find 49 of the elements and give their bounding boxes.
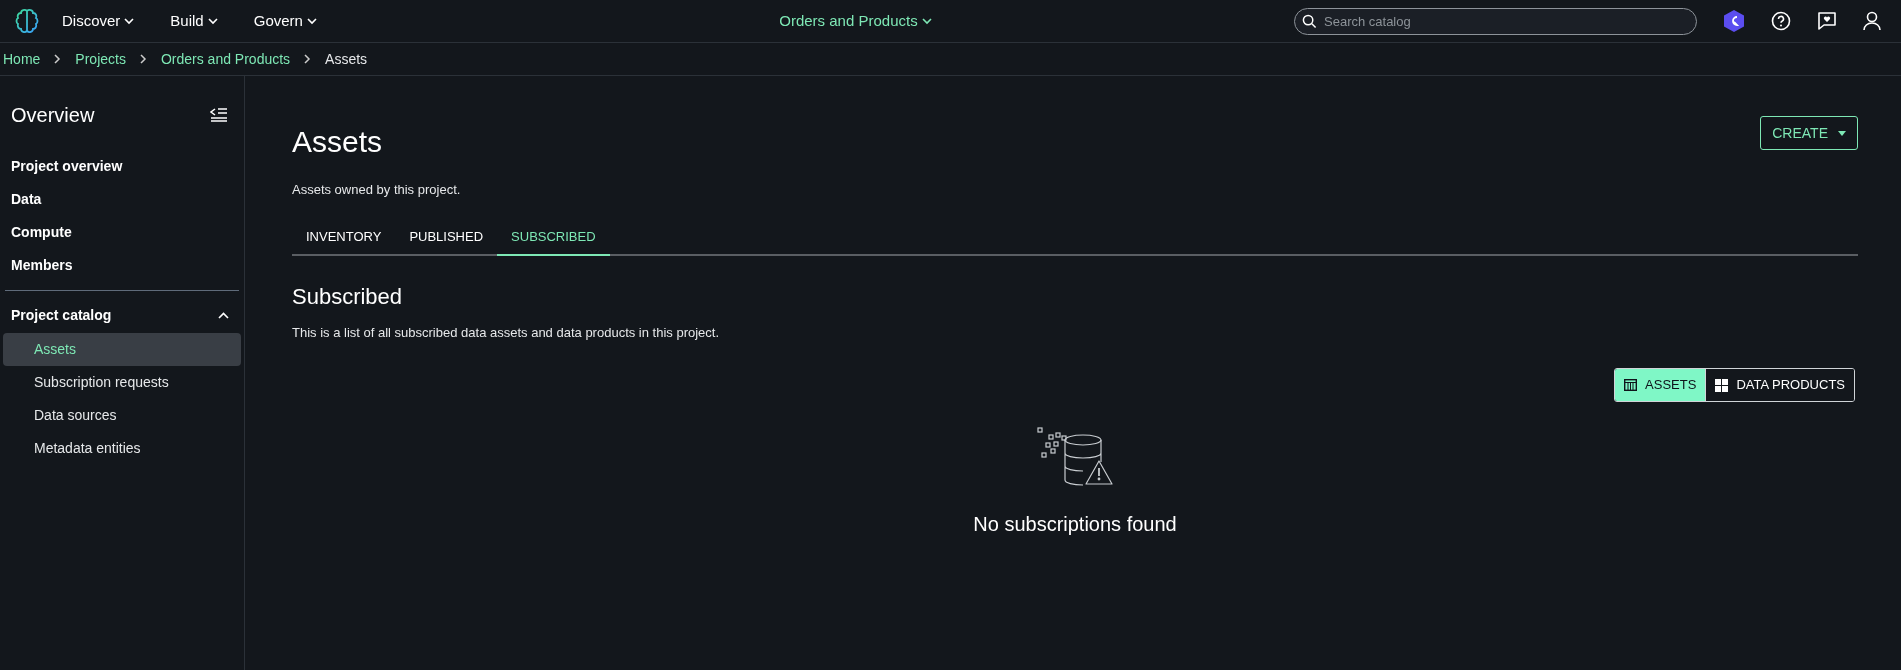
sidebar-item[interactable]: Data bbox=[3, 183, 241, 216]
sidebar-item[interactable]: Compute bbox=[3, 216, 241, 249]
sidebar-item[interactable]: Assets bbox=[3, 333, 241, 366]
search-field[interactable]: Search catalog bbox=[1294, 7, 1697, 35]
nav-menu[interactable]: Discover bbox=[62, 9, 135, 33]
tab[interactable]: PUBLISHED bbox=[395, 219, 498, 256]
chevron-down-icon bbox=[921, 17, 932, 25]
sidebar-item[interactable]: Data sources bbox=[3, 399, 241, 432]
chevron-down-icon bbox=[124, 17, 135, 25]
hexagon-app-icon[interactable] bbox=[1723, 9, 1745, 33]
empty-state-message: No subscriptions found bbox=[973, 512, 1177, 537]
sidebar-item[interactable]: Project overview bbox=[3, 150, 241, 183]
chevron-right-icon bbox=[54, 54, 62, 64]
sidebar-item[interactable]: Subscription requests bbox=[3, 366, 241, 399]
view-toggle-button[interactable]: DATA PRODUCTS bbox=[1705, 369, 1854, 401]
table-icon bbox=[1624, 379, 1638, 391]
sidebar-title: Overview bbox=[11, 103, 95, 128]
chevron-right-icon bbox=[139, 54, 147, 64]
sidebar-item[interactable]: Metadata entities bbox=[3, 432, 241, 465]
chevron-right-icon bbox=[304, 54, 312, 64]
breadcrumb-current: Assets bbox=[325, 49, 368, 69]
tab[interactable]: SUBSCRIBED bbox=[497, 219, 610, 256]
help-icon[interactable] bbox=[1771, 11, 1791, 31]
nav-menu[interactable]: Build bbox=[170, 9, 218, 33]
breadcrumb-link[interactable]: Projects bbox=[75, 48, 126, 70]
project-switcher[interactable]: Orders and Products bbox=[779, 9, 932, 33]
feedback-icon[interactable] bbox=[1817, 11, 1837, 31]
page-title: Assets bbox=[292, 124, 384, 160]
brain-logo-icon[interactable] bbox=[14, 8, 40, 34]
nav-menu[interactable]: Govern bbox=[253, 9, 317, 33]
section-description: This is a list of all subscribed data assets and data products in this project. bbox=[292, 323, 721, 342]
grid-icon bbox=[1715, 378, 1729, 392]
breadcrumb-link[interactable]: Orders and Products bbox=[160, 48, 291, 70]
sidebar-item[interactable]: Members bbox=[3, 249, 241, 282]
user-icon[interactable] bbox=[1863, 11, 1881, 31]
page-subtitle: Assets owned by this project. bbox=[292, 181, 461, 199]
database-warning-icon bbox=[1037, 427, 1113, 487]
view-toggle-button[interactable]: ASSETS bbox=[1615, 369, 1706, 401]
breadcrumb-link[interactable]: Home bbox=[3, 48, 41, 70]
chevron-up-icon bbox=[218, 311, 229, 319]
collapse-sidebar-icon[interactable] bbox=[210, 108, 228, 122]
caret-down-icon bbox=[1838, 130, 1846, 136]
section-title: Subscribed bbox=[292, 282, 404, 311]
create-button[interactable]: CREATE bbox=[1760, 116, 1858, 150]
chevron-down-icon bbox=[207, 17, 218, 25]
chevron-down-icon bbox=[306, 17, 317, 25]
sidebar-section-toggle[interactable]: Project catalog bbox=[3, 297, 241, 333]
search-icon bbox=[1302, 13, 1317, 29]
tab[interactable]: INVENTORY bbox=[292, 219, 396, 256]
